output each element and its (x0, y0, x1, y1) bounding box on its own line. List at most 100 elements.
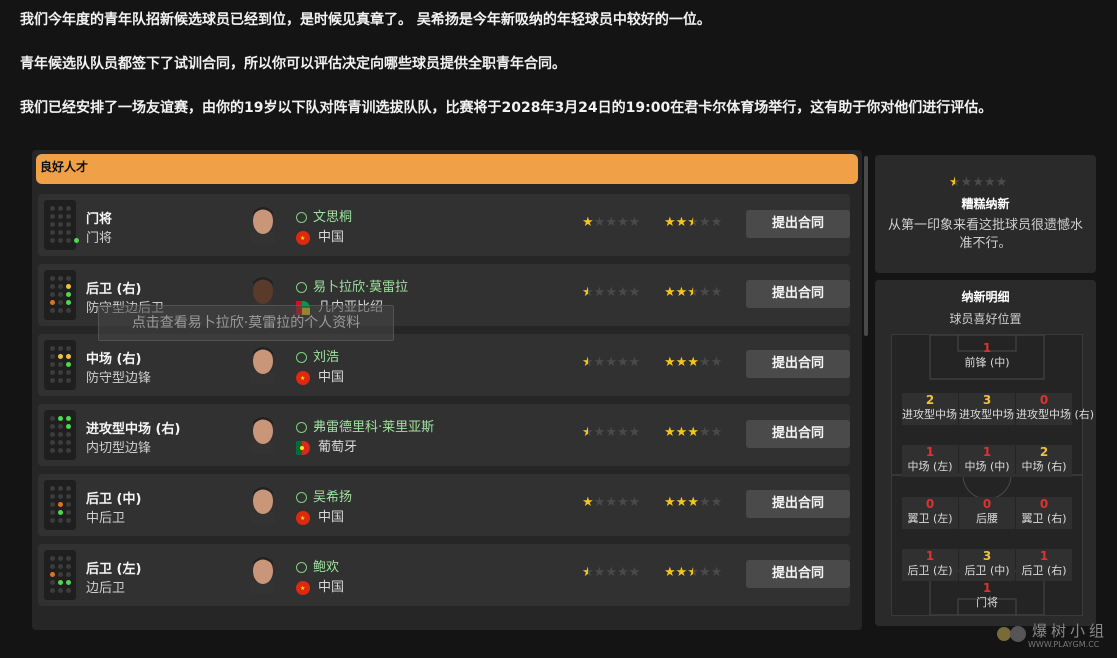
player-name-link[interactable]: 鲍欢 (296, 556, 339, 575)
player-name-link[interactable]: 吴希扬 (296, 486, 352, 505)
pitch-dot (66, 346, 71, 351)
offer-contract-button[interactable]: 提出合同 (746, 210, 850, 238)
pitch-dot (50, 502, 55, 507)
pitch-dot (50, 494, 55, 499)
pitch-dot (50, 432, 55, 437)
pitch-dot-active (74, 238, 79, 243)
position-count: 1 (982, 581, 992, 595)
pitch-dot (50, 308, 55, 313)
pitch-dot (58, 448, 63, 453)
player-name-link[interactable]: 易卜拉欣·莫雷拉 (296, 276, 408, 295)
pitch-dot (66, 510, 71, 515)
pitch-dot (50, 238, 55, 243)
pitch-dot (66, 276, 71, 281)
pitch-dot (58, 556, 63, 561)
position-count: 1 (982, 445, 992, 459)
current-ability-stars: ★★★★★★ (582, 285, 641, 300)
position-cell: 0 翼卫 (左) (902, 497, 958, 529)
intro-line-2: 青年候选队队员都签下了试训合同，所以你可以评估决定向哪些球员提供全职青年合同。 (20, 56, 566, 72)
summary-description: 从第一印象来看这批球员很遗憾水准不行。 (887, 218, 1083, 251)
potential-ability-stars: ★★★★★ (664, 355, 723, 370)
pitch-dot (50, 448, 55, 453)
person-icon (296, 282, 307, 293)
offer-contract-button[interactable]: 提出合同 (746, 280, 850, 308)
pitch-dot (66, 370, 71, 375)
position-label: 翼卫 (右) (1021, 512, 1067, 525)
pitch-dot (50, 284, 55, 289)
current-ability-stars: ★★★★★★ (582, 425, 641, 440)
position-map-icon (44, 270, 76, 320)
player-avatar[interactable] (248, 344, 278, 384)
offer-contract-button[interactable]: 提出合同 (746, 420, 850, 448)
potential-ability-stars: ★★★★★ (664, 495, 723, 510)
flag-icon (296, 440, 310, 455)
pitch-dot (50, 230, 55, 235)
position-label: 中场 (左) (907, 460, 953, 473)
pitch-dot (66, 502, 71, 507)
player-name: 鲍欢 (313, 560, 340, 575)
position-count: 1 (925, 549, 935, 563)
player-row[interactable]: 后卫 (左) 边后卫 鲍欢 ★ 中国 ★★★★★★ ★★★★★★ 提出合同 (38, 544, 850, 606)
player-name-link[interactable]: 文思桐 (296, 206, 352, 225)
player-row[interactable]: 进攻型中场 (右)内切型边锋弗雷德里科·莱里亚斯葡萄牙★★★★★★★★★★★提出… (38, 404, 850, 466)
pitch-dot (58, 572, 63, 577)
pitch-dot-active (58, 502, 63, 507)
summary-rating-stars: ★★★★★★ (949, 175, 1008, 190)
pitch-dot-active (66, 424, 71, 429)
player-avatar[interactable] (248, 204, 278, 244)
pitch-dot (58, 432, 63, 437)
pitch-dot (50, 486, 55, 491)
pitch-dot (66, 556, 71, 561)
player-role: 门将 (86, 231, 113, 246)
position-label: 后卫 (左) (907, 564, 953, 577)
offer-contract-button[interactable]: 提出合同 (746, 560, 850, 588)
pitch-dot (58, 494, 63, 499)
position-count: 3 (982, 393, 992, 407)
pitch-dot (58, 292, 63, 297)
player-nationality: ★ 中国 (296, 226, 344, 245)
pitch-dot (58, 284, 63, 289)
pitch-dot (58, 222, 63, 227)
player-name-link[interactable]: 弗雷德里科·莱里亚斯 (296, 416, 434, 435)
svg-text:★: ★ (300, 515, 305, 522)
flag-icon: ★ (296, 510, 310, 525)
position-count: 0 (1039, 497, 1049, 511)
current-ability-stars: ★★★★★★ (582, 355, 641, 370)
intro-line-1: 我们今年度的青年队招新候选球员已经到位，是时候见真章了。 吴希扬是今年新吸纳的年… (20, 12, 711, 28)
player-position: 后卫 (左) (86, 562, 142, 577)
pitch-dot (50, 564, 55, 569)
offer-contract-button[interactable]: 提出合同 (746, 490, 850, 518)
position-cell: 1 中场 (中) (959, 445, 1015, 477)
position-count: 2 (925, 393, 935, 407)
position-count: 0 (925, 497, 935, 511)
watermark-url: WWW.PLAYGM.CC (1028, 640, 1100, 649)
pitch-dot (66, 222, 71, 227)
pitch-dot (50, 580, 55, 585)
position-pitch: 1 前锋 (中) 2 进攻型中场 (左) 3 进攻型中场 (中) 0 进攻型中场 (右) 1 中场… (891, 334, 1094, 616)
player-nationality: 葡萄牙 (296, 436, 357, 455)
offer-contract-button[interactable]: 提出合同 (746, 350, 850, 378)
player-avatar[interactable] (248, 554, 278, 594)
nation-name: 中国 (318, 230, 345, 245)
player-row[interactable]: 后卫 (中) 中后卫 吴希扬 ★ 中国 ★★★★★ ★★★★★ 提出合同 (38, 474, 850, 536)
players-panel: 良好人才 门将门将文思桐★中国★★★★★★★★★★★提出合同后卫 (右)防守型边… (32, 150, 868, 630)
watermark: 爆树小组 WWW.PLAYGM.CC (996, 618, 1116, 654)
player-role: 内切型边锋 (86, 441, 152, 456)
pitch-dot (50, 354, 55, 359)
pitch-dot (66, 572, 71, 577)
pitch-dot (58, 308, 63, 313)
scrollbar[interactable] (864, 156, 868, 336)
player-position: 后卫 (右) (86, 282, 142, 297)
pitch-dot-active (58, 416, 63, 421)
player-avatar[interactable] (248, 414, 278, 454)
player-row[interactable]: 中场 (右)防守型边锋刘浩★中国★★★★★★★★★★★提出合同 (38, 334, 850, 396)
nation-name: 中国 (318, 580, 345, 595)
player-name-link[interactable]: 刘浩 (296, 346, 339, 365)
player-row[interactable]: 门将门将文思桐★中国★★★★★★★★★★★提出合同 (38, 194, 850, 256)
player-name: 吴希扬 (313, 490, 353, 505)
player-avatar[interactable] (248, 484, 278, 524)
position-count: 1 (1039, 549, 1049, 563)
person-icon (296, 352, 307, 363)
pitch-dot (50, 214, 55, 219)
pitch-dot (50, 292, 55, 297)
